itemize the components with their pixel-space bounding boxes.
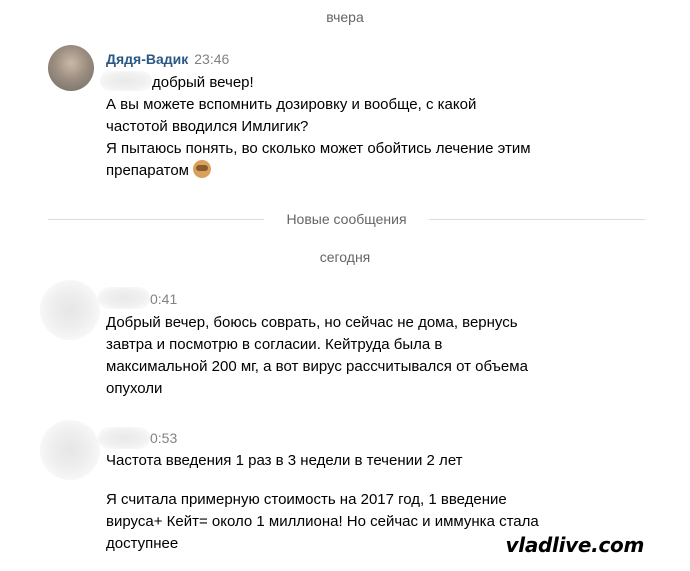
new-messages-separator: Новые сообщения — [48, 211, 645, 227]
message-line: Я считала примерную стоимость на 2017 го… — [106, 491, 507, 508]
divider — [429, 219, 645, 220]
message-time[interactable]: 0:53 — [150, 430, 177, 446]
avatar[interactable] — [40, 280, 100, 340]
avatar[interactable] — [48, 45, 94, 91]
message-line: Частота введения 1 раз в 3 недели в тече… — [106, 452, 463, 469]
redacted-name — [98, 287, 150, 309]
message-line: добрый вечер! — [152, 74, 254, 91]
message-line: завтра и посмотрю в согласии. Кейтруда б… — [106, 336, 443, 353]
message-line: А вы можете вспомнить дозировку и вообще… — [106, 96, 477, 113]
message-text: добрый вечер! А вы можете вспомнить дози… — [106, 72, 531, 182]
message-time[interactable]: 0:41 — [150, 291, 177, 307]
message-text: Я считала примерную стоимость на 2017 го… — [106, 489, 539, 555]
message-line: максимальной 200 мг, а вот вирус рассчит… — [106, 358, 528, 375]
message-text: Частота введения 1 раз в 3 недели в тече… — [106, 450, 463, 472]
date-separator-today: сегодня — [319, 249, 371, 265]
redacted-name — [98, 427, 150, 449]
message-time[interactable]: 23:46 — [194, 51, 229, 67]
sender-name[interactable]: Дядя-Вадик — [106, 51, 188, 67]
message-line: опухоли — [106, 380, 163, 397]
watermark: vladlive.com — [505, 533, 645, 557]
avatar[interactable] — [40, 420, 100, 480]
message-line: Я пытаюсь понять, во сколько может обойт… — [106, 140, 531, 157]
message-line: препаратом — [106, 162, 189, 179]
date-separator-yesterday: вчера — [326, 9, 364, 25]
message-line: вируса+ Кейт= около 1 миллиона! Но сейча… — [106, 513, 539, 530]
message-text: Добрый вечер, боюсь соврать, но сейчас н… — [106, 312, 528, 400]
message-line: частотой вводился Имлигик? — [106, 118, 309, 135]
message-line: доступнее — [106, 535, 179, 552]
message-line: Добрый вечер, боюсь соврать, но сейчас н… — [106, 314, 518, 331]
message-header: Дядя-Вадик 23:46 — [106, 51, 229, 67]
see-no-evil-monkey-icon — [192, 160, 211, 178]
